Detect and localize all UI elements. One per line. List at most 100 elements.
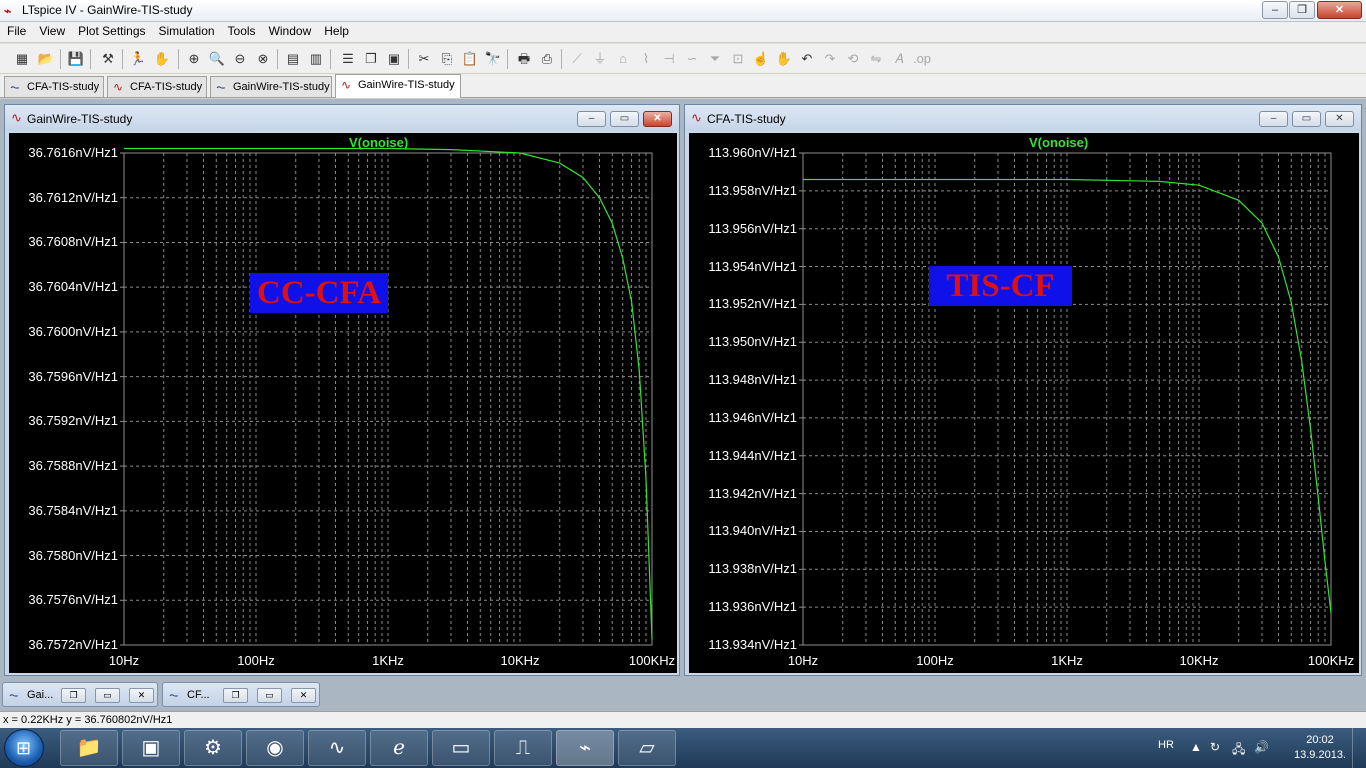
copy-icon[interactable]: ⎘ bbox=[437, 49, 457, 69]
rotate-icon[interactable]: ⟲ bbox=[843, 49, 863, 69]
find-icon[interactable]: 🔭 bbox=[483, 49, 503, 69]
menu-tools[interactable]: Tools bbox=[221, 22, 262, 38]
plot-minimize-button[interactable]: – bbox=[577, 111, 606, 127]
show-hidden-icons-icon[interactable]: ▲ bbox=[1190, 740, 1202, 754]
explorer-taskbar-button[interactable]: 📁 bbox=[60, 730, 118, 766]
restore-button[interactable]: ❐ bbox=[1289, 1, 1315, 19]
y-tick-label: 113.956nV/Hz1 bbox=[708, 220, 797, 236]
capacitor-icon[interactable]: ⊣ bbox=[659, 49, 679, 69]
toolbar-separator bbox=[408, 49, 409, 69]
close-button[interactable]: ✕ bbox=[1317, 1, 1362, 19]
minimized-maximize-button[interactable]: ▭ bbox=[95, 688, 120, 703]
toolbar-separator bbox=[330, 49, 331, 69]
inductor-icon[interactable]: ∽ bbox=[682, 49, 702, 69]
minimized-window-cfa[interactable]: ⏦ CF... ❐ ▭ ✕ bbox=[162, 682, 320, 707]
print-preview-icon[interactable]: 🖶 bbox=[514, 49, 534, 69]
plot-minimize-button[interactable]: – bbox=[1259, 111, 1288, 127]
zoom-pan-icon[interactable]: 🔍 bbox=[207, 49, 227, 69]
zoom-out-icon[interactable]: ⊖ bbox=[230, 49, 250, 69]
minimized-restore-button[interactable]: ❐ bbox=[223, 688, 248, 703]
plot-pane[interactable]: V(onoise) 113.960nV/Hz1 113.958nV/Hz1 113.… bbox=[689, 133, 1359, 673]
plot-close-button[interactable]: ✕ bbox=[643, 111, 672, 127]
wire-icon[interactable]: ⟋ bbox=[567, 49, 587, 69]
zoom-in-icon[interactable]: ⊕ bbox=[184, 49, 204, 69]
show-desktop-button[interactable] bbox=[1352, 728, 1366, 768]
trace-label[interactable]: V(onoise) bbox=[1029, 135, 1088, 150]
windows-logo-icon: ⊞ bbox=[16, 738, 32, 758]
minimized-restore-button[interactable]: ❐ bbox=[61, 688, 86, 703]
new-schematic-icon[interactable]: ▦ bbox=[12, 49, 32, 69]
tab-gainwire-tis-study-waveform[interactable]: ∿ GainWire-TIS-study bbox=[335, 74, 461, 98]
menu-view[interactable]: View bbox=[32, 22, 71, 38]
menu-help[interactable]: Help bbox=[317, 22, 355, 38]
plot-window-title: CFA-TIS-study bbox=[707, 112, 786, 126]
language-indicator[interactable]: HR bbox=[1158, 739, 1174, 751]
redo-icon[interactable]: ↷ bbox=[820, 49, 840, 69]
run-icon[interactable]: 🏃 bbox=[128, 49, 148, 69]
sync-icon[interactable]: ↻ bbox=[1210, 740, 1220, 754]
app-taskbar-button[interactable]: ▣ bbox=[122, 730, 180, 766]
plot-restore-button[interactable]: ▭ bbox=[1292, 111, 1321, 127]
plot-restore-button[interactable]: ▭ bbox=[610, 111, 639, 127]
plot-close-button[interactable]: ✕ bbox=[1325, 111, 1354, 127]
tab-label: GainWire-TIS-study bbox=[358, 79, 455, 91]
menu-file[interactable]: File bbox=[0, 22, 32, 38]
ltspice-taskbar-button[interactable]: ⌁ bbox=[556, 730, 614, 766]
tab-label: GainWire-TIS-study bbox=[233, 81, 330, 93]
schematic-icon: ⏦ bbox=[9, 688, 19, 702]
open-icon[interactable]: 📂 bbox=[36, 49, 56, 69]
resistor-icon[interactable]: ⌇ bbox=[636, 49, 656, 69]
start-button[interactable]: ⊞ bbox=[4, 729, 44, 767]
minimized-close-button[interactable]: ✕ bbox=[129, 688, 154, 703]
tile-vertical-icon[interactable]: ▣ bbox=[384, 49, 404, 69]
paste-icon[interactable]: 📋 bbox=[460, 49, 480, 69]
plot-window-title-bar[interactable]: ∿ GainWire-TIS-study – ▭ ✕ bbox=[5, 105, 679, 131]
menu-simulation[interactable]: Simulation bbox=[152, 22, 221, 38]
oscilloscope-taskbar-button[interactable]: ∿ bbox=[308, 730, 366, 766]
app-taskbar-button[interactable]: ◉ bbox=[246, 730, 304, 766]
autorange-icon[interactable]: ▤ bbox=[283, 49, 303, 69]
control-panel-icon[interactable]: ⚒ bbox=[98, 49, 118, 69]
minimize-button[interactable]: – bbox=[1262, 1, 1288, 19]
trace-label[interactable]: V(onoise) bbox=[349, 135, 408, 150]
minimized-window-gainwire[interactable]: ⏦ Gai... ❐ ▭ ✕ bbox=[2, 682, 158, 707]
app-taskbar-button[interactable]: ▭ bbox=[432, 730, 490, 766]
minimized-maximize-button[interactable]: ▭ bbox=[257, 688, 282, 703]
browser-taskbar-button[interactable]: ℯ bbox=[370, 730, 428, 766]
tab-gainwire-tis-study-schematic[interactable]: ⏦ GainWire-TIS-study bbox=[210, 76, 332, 97]
app-taskbar-button[interactable]: ⚙ bbox=[184, 730, 242, 766]
print-icon[interactable]: ⎙ bbox=[537, 49, 557, 69]
tab-cfa-tis-study-schematic[interactable]: ⏦ CFA-TIS-study bbox=[4, 76, 104, 97]
halt-icon[interactable]: ✋ bbox=[152, 49, 172, 69]
plot-pane[interactable]: V(onoise) 36.7616nV/Hz1 36.7612nV/Hz1 36.7… bbox=[9, 133, 677, 673]
diode-icon[interactable]: ⏷ bbox=[705, 49, 725, 69]
minimized-close-button[interactable]: ✕ bbox=[291, 688, 316, 703]
ground-icon[interactable]: ⏚ bbox=[590, 49, 610, 69]
cascade-icon[interactable]: ❐ bbox=[361, 49, 381, 69]
zoom-fit-icon[interactable]: ⊗ bbox=[253, 49, 273, 69]
text-icon[interactable]: 𝐴 bbox=[889, 49, 909, 69]
plot-window-title-bar[interactable]: ∿ CFA-TIS-study – ▭ ✕ bbox=[685, 105, 1361, 131]
save-icon[interactable]: 💾 bbox=[66, 49, 86, 69]
delete-trace-icon[interactable]: ▥ bbox=[306, 49, 326, 69]
app-taskbar-button[interactable]: ▱ bbox=[618, 730, 676, 766]
toolbar-separator bbox=[90, 49, 91, 69]
spice-directive-icon[interactable]: .op bbox=[912, 49, 932, 69]
label-net-icon[interactable]: ⌂ bbox=[613, 49, 633, 69]
component-icon[interactable]: ⊡ bbox=[728, 49, 748, 69]
volume-icon[interactable]: 🔊 bbox=[1254, 740, 1269, 754]
tile-horizontal-icon[interactable]: ☰ bbox=[338, 49, 358, 69]
menu-plot-settings[interactable]: Plot Settings bbox=[71, 22, 151, 38]
cut-icon[interactable]: ✂ bbox=[414, 49, 434, 69]
tab-cfa-tis-study-waveform[interactable]: ∿ CFA-TIS-study bbox=[107, 76, 207, 97]
menu-window[interactable]: Window bbox=[262, 22, 318, 38]
clock[interactable]: 20:02 13.9.2013. bbox=[1294, 733, 1346, 763]
pdf-taskbar-button[interactable]: ⎍ bbox=[494, 730, 552, 766]
y-tick-label: 113.948nV/Hz1 bbox=[708, 372, 797, 388]
undo-icon[interactable]: ↶ bbox=[797, 49, 817, 69]
mirror-icon[interactable]: ⇋ bbox=[866, 49, 886, 69]
drag-icon[interactable]: ✋ bbox=[774, 49, 794, 69]
toolbar-separator bbox=[122, 49, 123, 69]
network-icon[interactable]: 🖧 bbox=[1232, 740, 1245, 761]
move-icon[interactable]: ☝ bbox=[751, 49, 771, 69]
